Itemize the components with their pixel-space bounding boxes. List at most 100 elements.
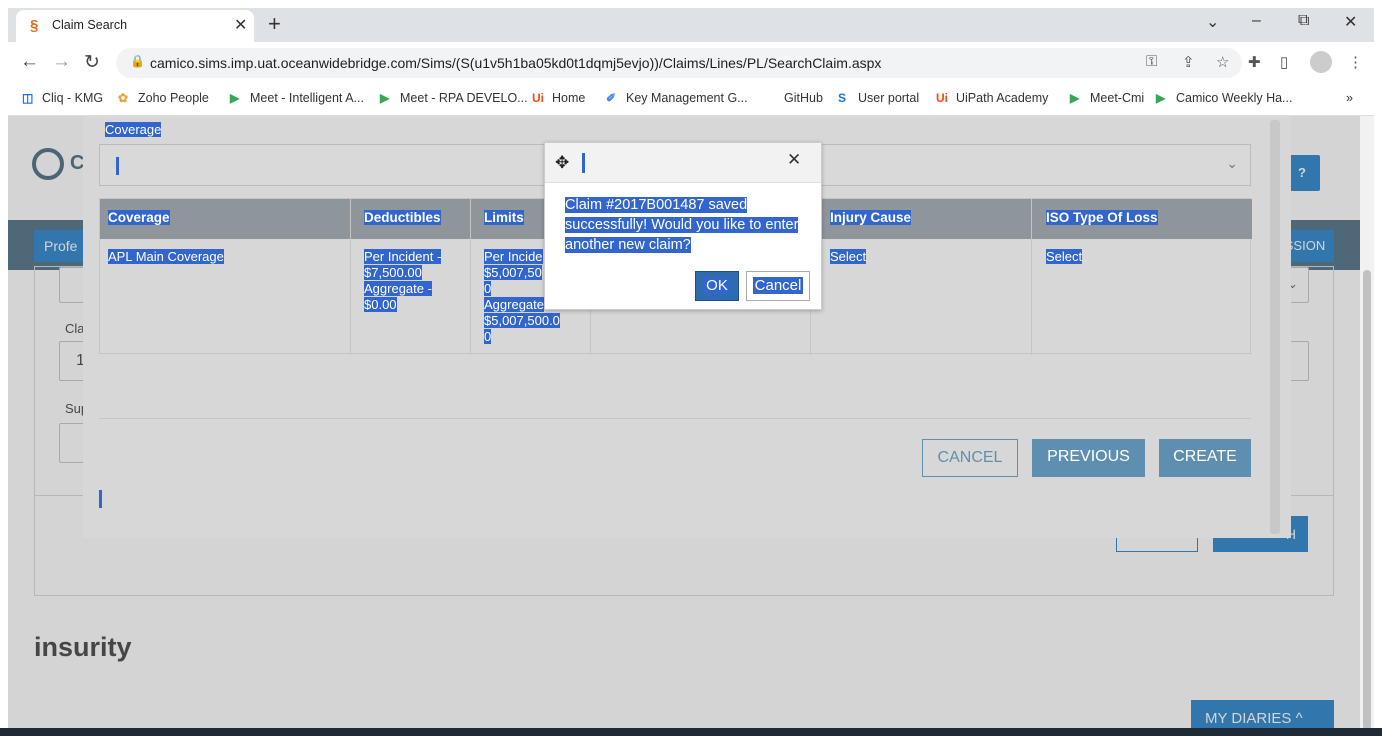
page: C ? Profe SSION ⌄ Cla 1 Sup H insurity M…	[8, 116, 1374, 736]
col-coverage: Coverage	[108, 210, 170, 225]
bookmarks-bar: » ◫ Cliq - KMG ✿ Zoho People ▶ Meet - Intelli…	[8, 84, 1374, 116]
bookmark-label: UiPath Academy	[956, 91, 1049, 105]
bookmark-label: Meet - Intelligent A...	[250, 91, 364, 105]
deductible-line: Aggregate -	[364, 281, 432, 296]
bookmark-label: GitHub	[784, 91, 823, 105]
bookmark-item[interactable]: GitHub	[764, 91, 823, 105]
injury-cause-value: Select	[830, 249, 867, 264]
col-limits: Limits	[484, 210, 524, 225]
create-button[interactable]: CREATE	[1159, 439, 1251, 477]
dialog-message: Claim #2017B001487 saved successfully! W…	[565, 195, 815, 255]
modal-scrollbar[interactable]	[1270, 120, 1280, 534]
table-row[interactable]: APL Main Coverage	[108, 249, 224, 265]
message-line: another new claim?	[565, 237, 691, 253]
google-meet-icon: ▶	[1070, 91, 1080, 105]
cell-coverage: APL Main Coverage	[108, 249, 224, 264]
star-icon[interactable]: ☆	[1216, 53, 1229, 71]
bookmark-item[interactable]: ▶ Meet - Intelligent A...	[230, 91, 364, 105]
browser-tab[interactable]: § Claim Search ✕	[16, 10, 254, 42]
google-meet-icon: ▶	[1156, 91, 1166, 105]
bookmarks-more-icon[interactable]: »	[1346, 91, 1353, 105]
bookmark-label: Zoho People	[138, 91, 209, 105]
url-text[interactable]: camico.sims.imp.uat.oceanwidebridge.com/…	[150, 55, 881, 71]
injury-cause-select[interactable]: Select	[830, 249, 867, 265]
confirm-dialog: ✥ ✕ Claim #2017B001487 saved successfull…	[544, 142, 822, 310]
previous-button[interactable]: PREVIOUS	[1032, 439, 1145, 477]
bookmark-item[interactable]: ✿ Zoho People	[118, 91, 209, 105]
bookmark-item[interactable]: Ui Home	[532, 91, 585, 105]
coverage-label: Coverage	[105, 122, 162, 137]
column-divider	[470, 199, 471, 355]
tab-strip: § Claim Search ✕ + ⌄ – ⧉ ✕	[8, 8, 1374, 42]
limit-line: 0	[484, 329, 492, 344]
message-line: Claim #2017B001487 saved	[565, 197, 748, 213]
forward-icon[interactable]: →	[52, 51, 71, 73]
side-panel-icon[interactable]: ▯	[1280, 53, 1288, 71]
limit-line: $5,007,50	[484, 265, 542, 280]
close-icon[interactable]: ✕	[787, 150, 801, 170]
ok-button[interactable]: OK	[695, 271, 739, 301]
iso-type-select[interactable]: Select	[1046, 249, 1083, 265]
uipath-icon: Ui	[532, 91, 544, 105]
taskbar	[0, 728, 1382, 736]
limit-line: 0	[484, 281, 492, 296]
key-icon[interactable]: ⚿	[1146, 53, 1157, 70]
bookmark-label: User portal	[858, 91, 920, 105]
google-meet-icon: ▶	[230, 91, 240, 105]
limit-line: Per Incide	[484, 249, 543, 264]
user-portal-icon: S	[838, 91, 847, 105]
iso-type-value: Select	[1046, 249, 1083, 264]
bookmark-item[interactable]: ◫ Cliq - KMG	[22, 91, 103, 105]
cancel-label: Cancel	[752, 277, 804, 294]
divider	[99, 418, 1251, 419]
text-caret	[582, 153, 585, 173]
restore-icon[interactable]: ⧉	[1298, 12, 1309, 30]
tab-search-icon[interactable]: ⌄	[1206, 12, 1219, 32]
bookmark-label: Cliq - KMG	[42, 91, 104, 105]
text-caret	[99, 490, 102, 508]
bookmark-item[interactable]: ▶ Meet-Cmi	[1070, 91, 1144, 105]
deductible-line: Per Incident -	[364, 249, 442, 264]
cancel-button[interactable]: CANCEL	[922, 439, 1018, 477]
scrollbar-thumb[interactable]	[1363, 270, 1371, 730]
minimize-icon[interactable]: –	[1252, 12, 1261, 30]
bookmark-label: Home	[552, 91, 586, 105]
deductible-line: $0.00	[364, 297, 397, 312]
extensions-icon[interactable]: ✚	[1248, 53, 1261, 71]
zoho-people-icon: ✿	[118, 91, 129, 105]
claim-favicon-icon: §	[30, 17, 39, 34]
col-deductibles: Deductibles	[364, 210, 441, 225]
bookmark-item[interactable]: ✐ Key Management G...	[606, 91, 748, 105]
bookmark-label: Key Management G...	[626, 91, 748, 105]
uipath-icon: Ui	[936, 91, 948, 105]
url-bar[interactable]: 🔒 camico.sims.imp.uat.oceanwidebridge.co…	[116, 48, 1242, 78]
dialog-header[interactable]: ✥ ✕	[545, 143, 821, 183]
move-icon[interactable]: ✥	[555, 153, 569, 173]
limit-line: $5,007,500.0	[484, 313, 560, 328]
bookmark-label: Meet - RPA DEVELO...	[400, 91, 528, 105]
bookmark-item[interactable]: ▶ Camico Weekly Ha...	[1156, 91, 1292, 105]
page-scrollbar[interactable]	[1360, 116, 1374, 736]
new-tab-icon[interactable]: +	[268, 11, 281, 37]
deductible-line: $7,500.00	[364, 265, 422, 280]
dialog-cancel-button[interactable]: Cancel	[746, 271, 810, 301]
chevron-down-icon: ⌄	[1226, 155, 1238, 171]
bookmark-item[interactable]: ▶ Meet - RPA DEVELO...	[380, 91, 528, 105]
menu-icon[interactable]: ⋮	[1348, 53, 1363, 71]
bookmark-label: Meet-Cmi	[1090, 91, 1145, 105]
address-bar: ← → ↻ 🔒 camico.sims.imp.uat.oceanwidebri…	[8, 42, 1374, 84]
lock-icon[interactable]: 🔒	[130, 54, 145, 68]
text-caret	[116, 157, 119, 175]
bookmark-label: Camico Weekly Ha...	[1176, 91, 1293, 105]
close-window-icon[interactable]: ✕	[1344, 12, 1357, 32]
close-tab-icon[interactable]: ✕	[234, 15, 247, 35]
avatar[interactable]	[1310, 51, 1332, 73]
bookmark-item[interactable]: S User portal	[838, 91, 919, 105]
google-meet-icon: ▶	[380, 91, 390, 105]
tab-title: Claim Search	[52, 18, 128, 32]
limit-line: Aggregate	[484, 297, 544, 312]
reload-icon[interactable]: ↻	[84, 51, 100, 74]
bookmark-item[interactable]: Ui UiPath Academy	[936, 91, 1048, 105]
share-icon[interactable]: ⇪	[1182, 53, 1195, 71]
back-icon[interactable]: ←	[20, 51, 39, 73]
